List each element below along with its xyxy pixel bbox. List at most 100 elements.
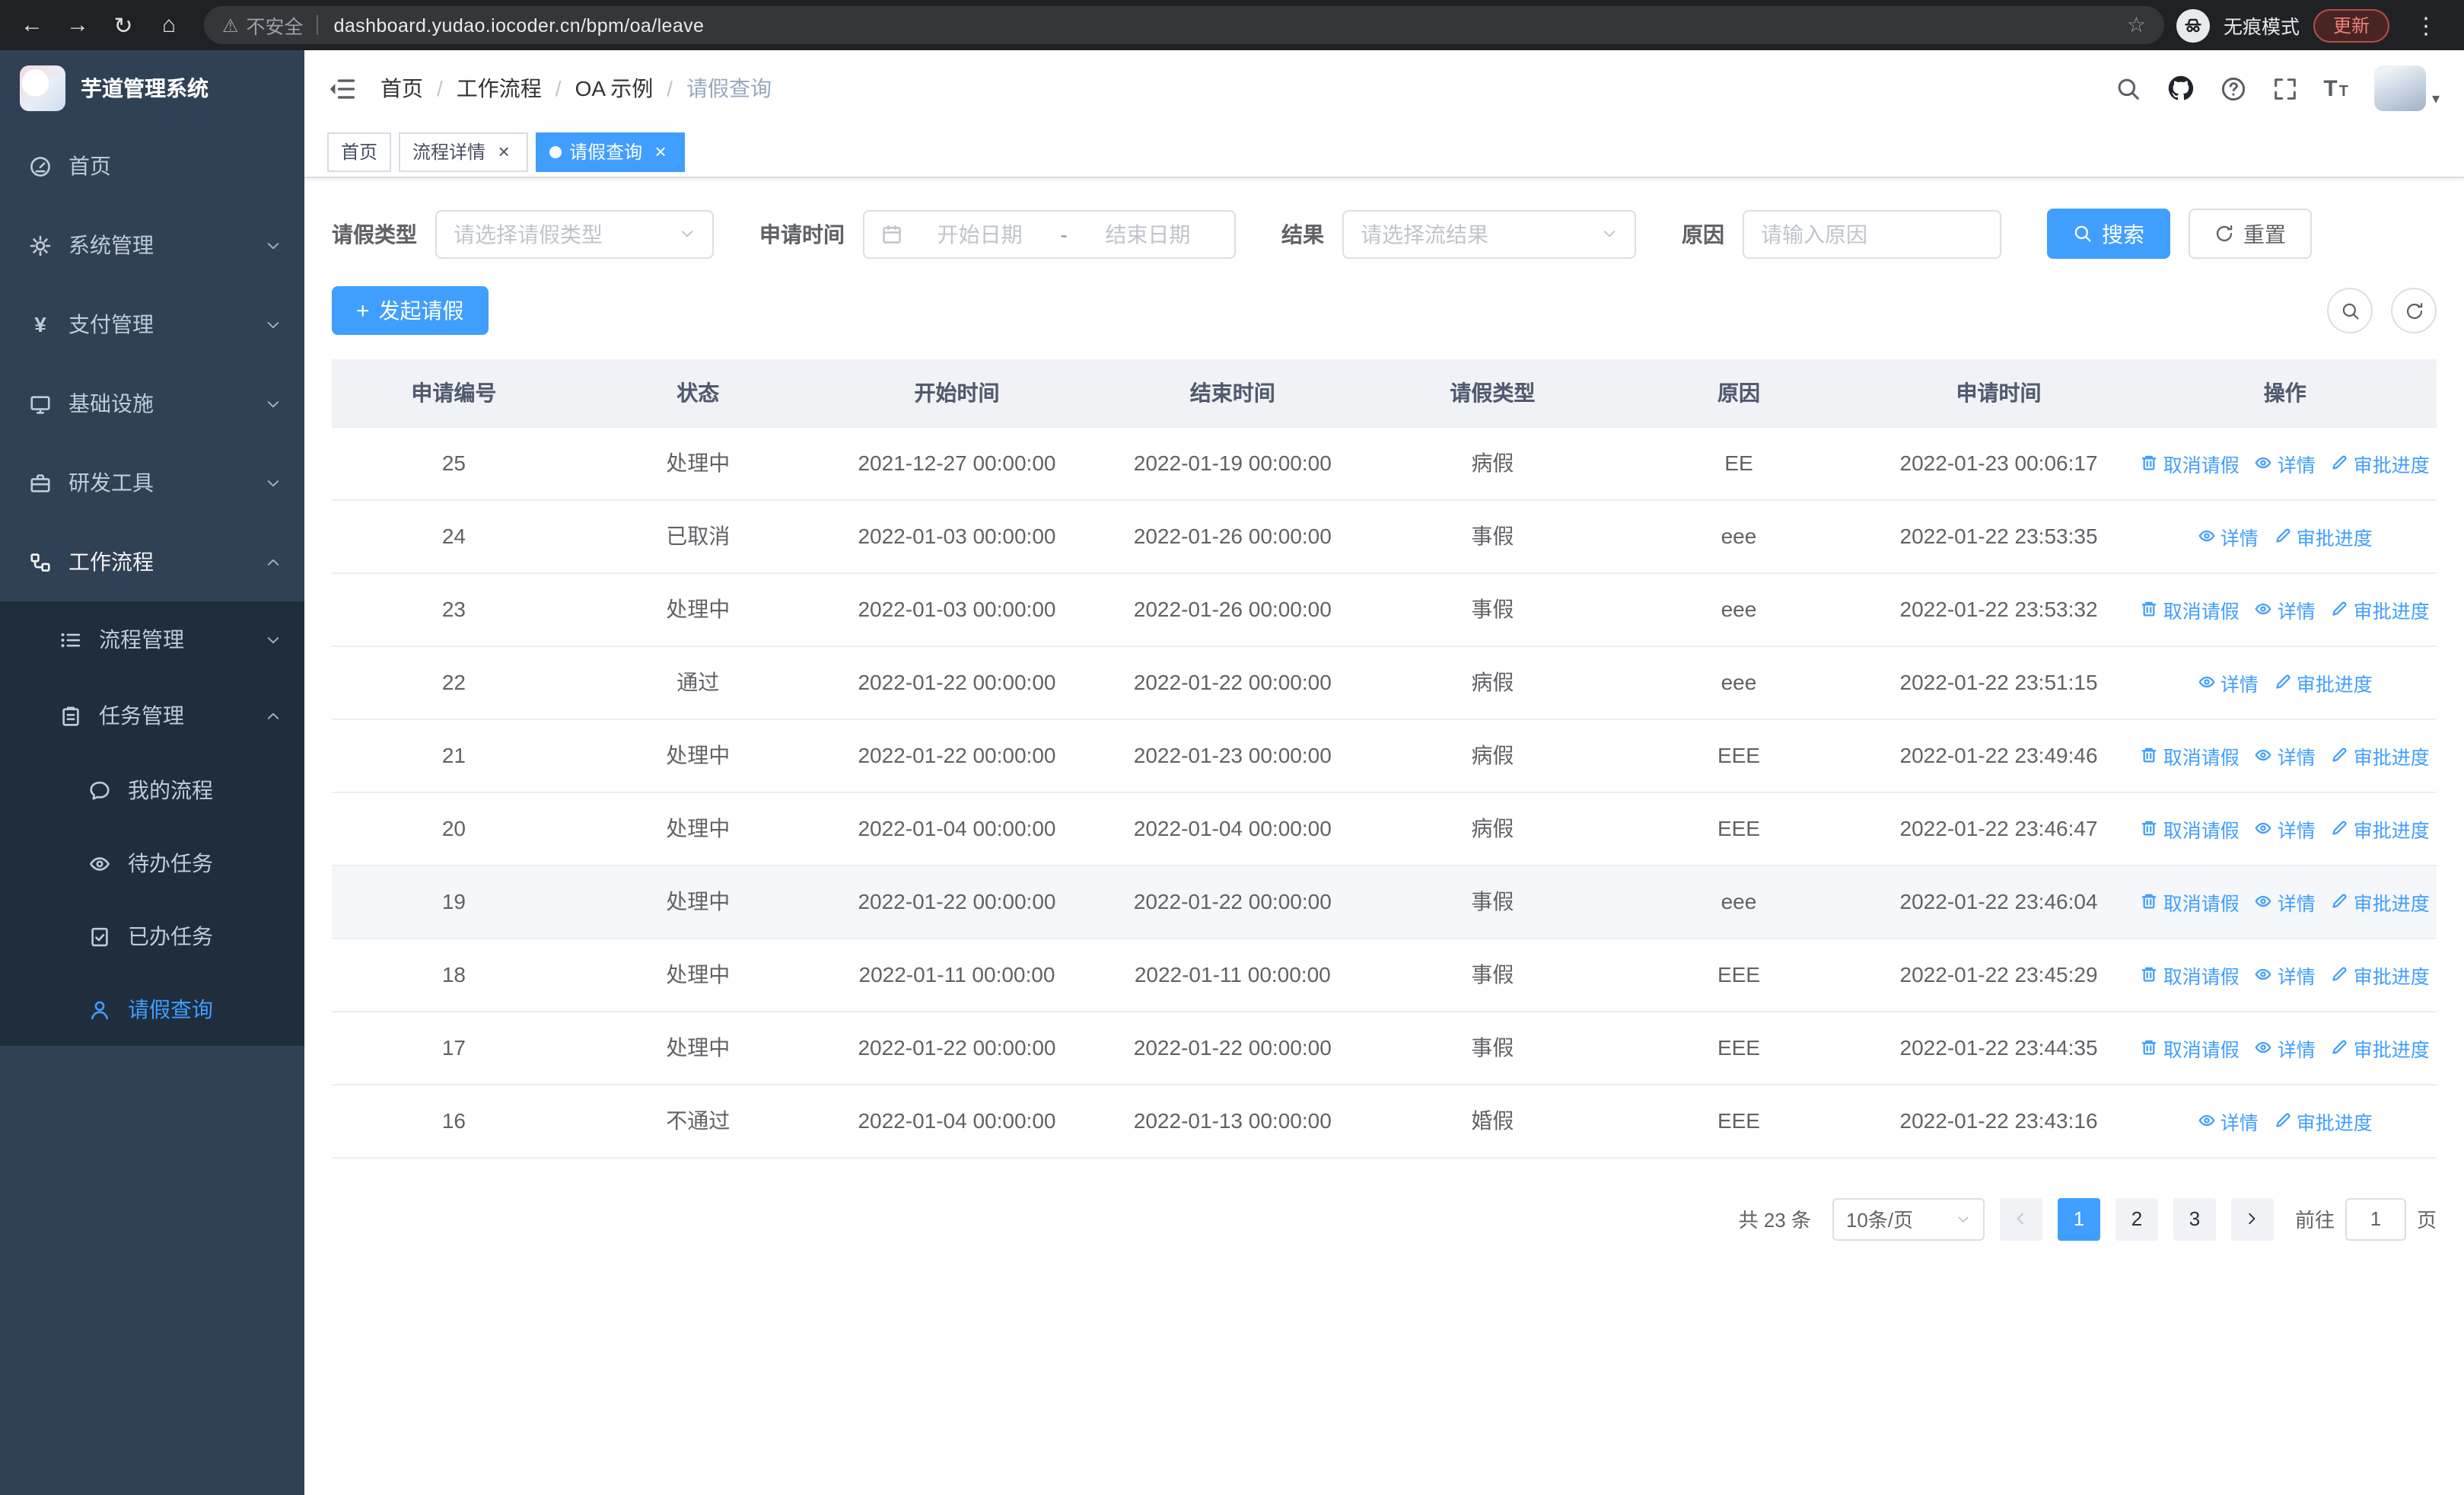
approval-progress-link[interactable]: 审批进度 (2331, 887, 2430, 916)
sidebar-item-done-tasks[interactable]: 已办任务 (0, 900, 304, 973)
close-icon[interactable]: × (493, 141, 514, 162)
goto-page-input[interactable] (2345, 1197, 2406, 1240)
browser-forward-button[interactable]: → (55, 2, 100, 48)
cancel-leave-link[interactable]: 取消请假 (2141, 960, 2240, 989)
app-logo[interactable]: 芋道管理系统 (0, 50, 304, 126)
sidebar-item-process-management[interactable]: 流程管理 (0, 601, 304, 677)
next-page-button[interactable] (2230, 1197, 2274, 1240)
cancel-leave-link[interactable]: 取消请假 (2141, 887, 2240, 916)
breadcrumb-item[interactable]: 工作流程 (457, 73, 542, 104)
detail-link[interactable]: 详情 (2255, 741, 2316, 770)
sidebar-item-dev-tools[interactable]: 研发工具 (0, 443, 304, 522)
detail-link[interactable]: 详情 (2198, 668, 2259, 696)
dashboard-icon (29, 155, 52, 177)
collapse-sidebar-icon[interactable] (327, 74, 356, 103)
sidebar-item-label: 系统管理 (68, 233, 154, 257)
search-icon (2073, 224, 2093, 244)
approval-progress-link[interactable]: 审批进度 (2331, 594, 2430, 623)
approval-progress-link[interactable]: 审批进度 (2331, 741, 2430, 770)
sidebar-item-payment-management[interactable]: ¥ 支付管理 (0, 285, 304, 364)
cancel-leave-link[interactable]: 取消请假 (2141, 1033, 2240, 1062)
cell-apply-time: 2022-01-22 23:43:16 (1864, 1084, 2134, 1158)
breadcrumb-item[interactable]: OA 示例 (575, 73, 654, 104)
github-icon[interactable] (2166, 75, 2194, 102)
date-range-input[interactable]: 开始日期 - 结束日期 (863, 209, 1236, 258)
sidebar-item-infrastructure[interactable]: 基础设施 (0, 364, 304, 443)
detail-link[interactable]: 详情 (2198, 521, 2259, 550)
user-menu[interactable]: ▾ (2373, 65, 2440, 111)
approval-progress-link[interactable]: 审批进度 (2274, 521, 2373, 550)
tab-process-detail[interactable]: 流程详情 × (399, 132, 529, 171)
address-bar[interactable]: ⚠ 不安全 dashboard.yudao.iocoder.cn/bpm/oa/… (204, 6, 2164, 44)
incognito-label: 无痕模式 (2223, 17, 2300, 38)
cancel-leave-link[interactable]: 取消请假 (2141, 448, 2240, 477)
sidebar-item-leave-query[interactable]: 请假查询 (0, 973, 304, 1046)
font-size-icon[interactable]: TT (2323, 75, 2348, 101)
tab-home[interactable]: 首页 (327, 132, 392, 171)
browser-back-button[interactable]: ← (9, 2, 55, 48)
detail-link[interactable]: 详情 (2255, 594, 2316, 623)
sidebar-item-label: 待办任务 (128, 851, 213, 875)
bookmark-star-icon[interactable]: ☆ (2127, 12, 2146, 38)
approval-progress-link[interactable]: 审批进度 (2274, 668, 2373, 696)
hide-search-button[interactable] (2327, 288, 2373, 333)
goto-unit-label: 页 (2416, 1209, 2437, 1232)
browser-home-button[interactable]: ⌂ (146, 2, 192, 48)
browser-reload-button[interactable]: ↻ (100, 2, 146, 48)
breadcrumb-item[interactable]: 首页 (380, 73, 423, 104)
sidebar-item-task-management[interactable]: 任务管理 (0, 677, 304, 754)
detail-link[interactable]: 详情 (2255, 1033, 2316, 1062)
result-select[interactable]: 请选择流结果 (1342, 209, 1636, 258)
sidebar-item-pending-tasks[interactable]: 待办任务 (0, 827, 304, 900)
select-placeholder: 请选择流结果 (1361, 222, 1488, 246)
approval-progress-link[interactable]: 审批进度 (2274, 1106, 2373, 1135)
detail-link[interactable]: 详情 (2198, 1106, 2259, 1135)
approval-progress-link[interactable]: 审批进度 (2331, 960, 2430, 989)
approval-progress-link[interactable]: 审批进度 (2331, 814, 2430, 843)
sidebar-item-system-management[interactable]: 系统管理 (0, 206, 304, 285)
reset-button[interactable]: 重置 (2189, 209, 2312, 259)
prev-page-button[interactable] (1999, 1197, 2042, 1240)
cell-leave-type: 病假 (1371, 426, 1614, 500)
page-button-1[interactable]: 1 (2057, 1197, 2100, 1240)
sidebar-item-workflow[interactable]: 工作流程 (0, 522, 304, 601)
detail-link[interactable]: 详情 (2255, 814, 2316, 843)
tab-leave-query[interactable]: 请假查询 × (536, 132, 686, 171)
refresh-table-button[interactable] (2391, 288, 2437, 333)
sidebar-item-my-processes[interactable]: 我的流程 (0, 754, 304, 827)
eye-icon (2255, 454, 2273, 472)
yen-icon: ¥ (34, 312, 46, 336)
sidebar-item-home[interactable]: 首页 (0, 126, 304, 206)
reason-input[interactable]: 请输入原因 (1743, 209, 2001, 258)
cancel-leave-link[interactable]: 取消请假 (2141, 814, 2240, 843)
page-button-2[interactable]: 2 (2115, 1197, 2158, 1240)
approval-progress-link[interactable]: 审批进度 (2331, 448, 2430, 477)
chevron-down-icon: ▾ (2431, 91, 2440, 108)
cell-leave-type: 事假 (1371, 1011, 1614, 1085)
sidebar-item-label: 研发工具 (68, 470, 154, 495)
op-label: 取消请假 (2163, 1039, 2240, 1060)
search-icon[interactable] (2115, 75, 2141, 101)
detail-link[interactable]: 详情 (2255, 887, 2316, 916)
create-leave-button[interactable]: + 发起请假 (332, 286, 489, 335)
detail-link[interactable]: 详情 (2255, 960, 2316, 989)
browser-update-button[interactable]: 更新 (2313, 8, 2389, 42)
cell-reason: EEE (1613, 792, 1864, 865)
search-button[interactable]: 搜索 (2047, 209, 2170, 259)
browser-menu-icon[interactable]: ⋮ (2403, 2, 2449, 48)
detail-link[interactable]: 详情 (2255, 448, 2316, 477)
approval-progress-link[interactable]: 审批进度 (2331, 1033, 2430, 1062)
cell-apply-time: 2022-01-22 23:46:04 (1864, 865, 2134, 939)
close-icon[interactable]: × (650, 141, 671, 162)
page-button-3[interactable]: 3 (2173, 1197, 2216, 1240)
chevron-down-icon (265, 316, 282, 333)
table-row: 23 处理中 2022-01-03 00:00:00 2022-01-26 00… (332, 572, 2437, 646)
page-size-select[interactable]: 10条/页 (1832, 1197, 1985, 1240)
leave-type-select[interactable]: 请选择请假类型 (435, 209, 714, 258)
cell-operations: 取消请假 详情 审批进度 (2133, 1084, 2437, 1158)
chevron-right-icon (2244, 1210, 2261, 1227)
fullscreen-icon[interactable] (2271, 75, 2297, 101)
help-icon[interactable] (2220, 75, 2246, 101)
cancel-leave-link[interactable]: 取消请假 (2141, 594, 2240, 623)
cancel-leave-link[interactable]: 取消请假 (2141, 741, 2240, 770)
